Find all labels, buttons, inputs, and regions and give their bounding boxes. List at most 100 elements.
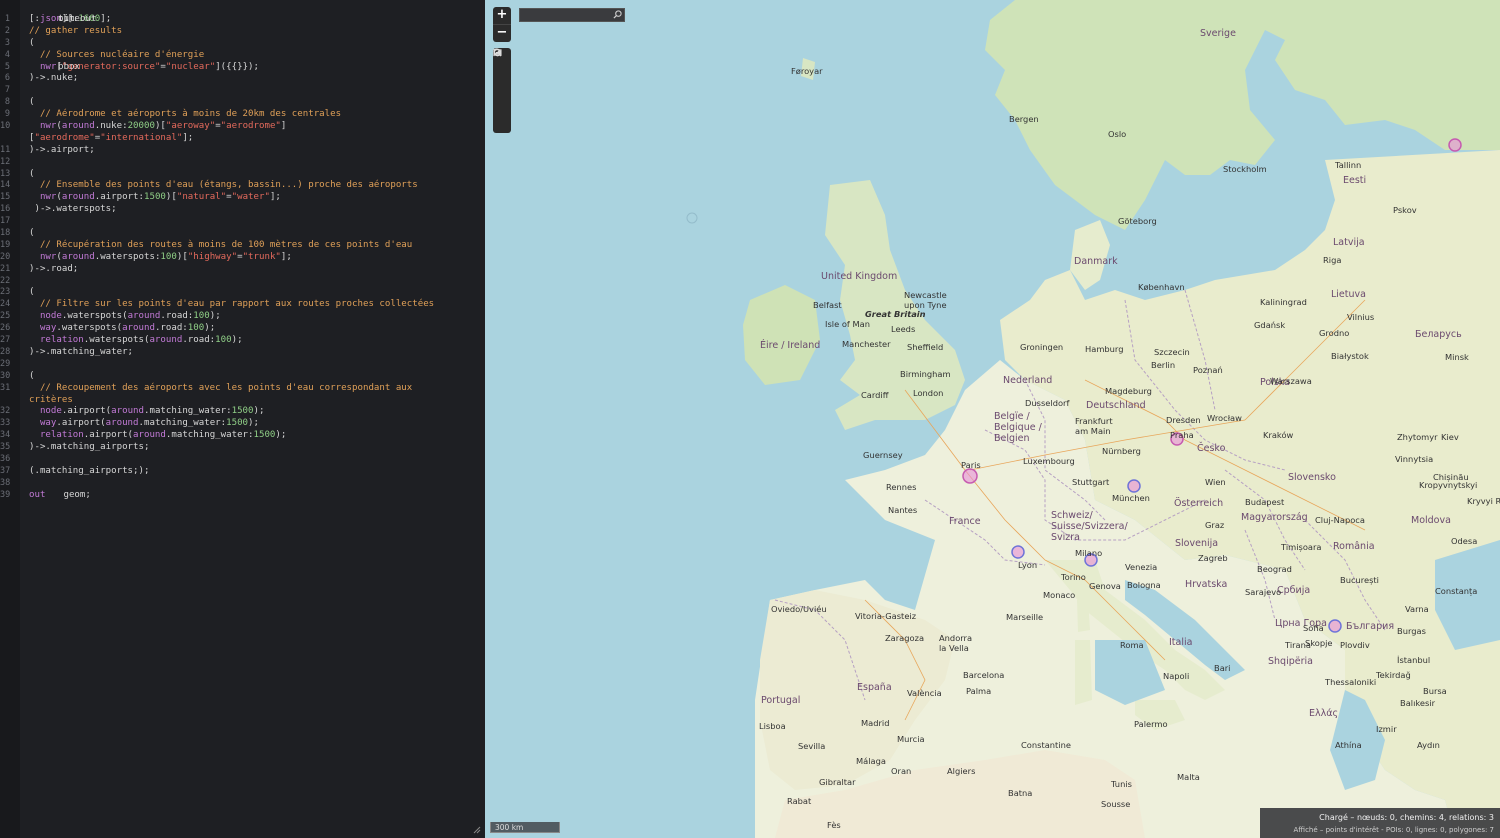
city-label: Stuttgart bbox=[1072, 477, 1110, 487]
map-search-input[interactable] bbox=[519, 8, 625, 22]
code-line[interactable]: 11)->.airport; bbox=[0, 145, 485, 157]
result-marker[interactable] bbox=[1012, 546, 1024, 558]
disable-icon[interactable] bbox=[493, 48, 511, 133]
code-token: ); bbox=[204, 323, 216, 334]
code-line[interactable]: 34 relation.airport(around.matching_wate… bbox=[0, 430, 485, 442]
city-label: Burgas bbox=[1397, 626, 1426, 636]
result-marker[interactable] bbox=[1128, 480, 1140, 492]
city-label: Zaragoza bbox=[885, 633, 925, 643]
code-line[interactable]: 3( bbox=[0, 38, 485, 50]
code-token: // Filtre sur les points d'eau par rappo… bbox=[29, 299, 435, 310]
code-token: nwr bbox=[29, 251, 57, 262]
code-line[interactable]: 26 way.waterspots(around.road:100); bbox=[0, 323, 485, 335]
result-marker[interactable] bbox=[1171, 433, 1183, 445]
city-label: Szczecin bbox=[1154, 347, 1190, 357]
search-icon[interactable] bbox=[613, 10, 623, 20]
resize-handle-icon[interactable] bbox=[473, 826, 481, 834]
code-line[interactable]: 23 ( bbox=[0, 287, 485, 299]
country-label: Česko bbox=[1197, 443, 1226, 454]
code-token: )->.waterspots; bbox=[29, 204, 117, 215]
city-label: Białystok bbox=[1331, 351, 1369, 361]
code-line[interactable]: 29 bbox=[0, 359, 485, 371]
code-line[interactable]: 20 nwr(around.waterspots:100)["highway"=… bbox=[0, 252, 485, 264]
code-line[interactable]: ["aerodrome"="international"]; bbox=[0, 133, 485, 145]
query-editor[interactable]: 1 [out:json][timeout:1600]; 2 // gather res… bbox=[0, 0, 485, 838]
code-token: )->.road; bbox=[29, 263, 79, 274]
code-token: // Sources nucléaire d'énergie bbox=[29, 49, 205, 60]
code-token: ]; bbox=[280, 251, 292, 262]
city-label: Napoli bbox=[1163, 671, 1190, 681]
code-line[interactable]: 5 nwr["generator:source"="nuclear"]({{bb… bbox=[0, 62, 485, 74]
city-label: Thessaloniki bbox=[1325, 677, 1377, 687]
code-line[interactable]: 21)->.road; bbox=[0, 264, 485, 276]
country-label: Lietuva bbox=[1331, 289, 1366, 300]
zoom-out-button[interactable]: − bbox=[493, 24, 511, 42]
line-number: 20 bbox=[0, 251, 11, 262]
code-line[interactable]: 2 // gather results bbox=[0, 26, 485, 38]
code-token: 100 bbox=[160, 251, 177, 262]
result-marker[interactable] bbox=[1329, 620, 1341, 632]
code-text: // gather results bbox=[29, 26, 122, 38]
code-line[interactable]: 10 nwr(around.nuke:20000)["aeroway"="aer… bbox=[0, 121, 485, 133]
fit-data-icon[interactable] bbox=[493, 48, 511, 116]
code-token: ]; bbox=[182, 132, 194, 143]
code-line[interactable]: 9 // Aérodrome et aéroports à moins de 2… bbox=[0, 109, 485, 121]
city-label: Murcia bbox=[897, 734, 925, 744]
city-label: Zagreb bbox=[1198, 553, 1228, 563]
code-line[interactable]: 12 bbox=[0, 157, 485, 169]
code-line[interactable]: 36 bbox=[0, 454, 485, 466]
code-token: )[ bbox=[154, 121, 166, 132]
line-number: 26 bbox=[0, 323, 11, 334]
export-image-icon[interactable] bbox=[493, 49, 511, 99]
code-line[interactable]: 39 out geom; bbox=[0, 490, 485, 502]
locate-icon[interactable] bbox=[493, 48, 511, 82]
code-line[interactable]: 15 nwr(around.airport:1500)["natural"="w… bbox=[0, 192, 485, 204]
code-token: ( bbox=[29, 228, 35, 239]
code-line[interactable]: 18 ( bbox=[0, 228, 485, 240]
code-line[interactable]: 28)->.matching_water; bbox=[0, 347, 485, 359]
code-area[interactable]: 1 [out:json][timeout:1600]; 2 // gather res… bbox=[0, 14, 485, 502]
map-view[interactable]: Sverige Eesti Latvija Lietuva Danmark Un… bbox=[485, 0, 1500, 838]
code-token: .road: bbox=[160, 311, 194, 322]
code-line[interactable]: 4 // Sources nucléaire d'énergie bbox=[0, 50, 485, 62]
code-line[interactable]: 19 // Récupération des routes à moins de… bbox=[0, 240, 485, 252]
code-text: )->.airport; bbox=[29, 145, 95, 157]
city-label: Bari bbox=[1214, 663, 1231, 673]
code-line[interactable]: 33 way.airport(around.matching_water:150… bbox=[0, 418, 485, 430]
code-line[interactable]: 25 node.waterspots(around.road:100); bbox=[0, 311, 485, 323]
line-number: 39 bbox=[0, 489, 11, 500]
code-line[interactable]: 35)->.matching_airports; bbox=[0, 442, 485, 454]
code-line[interactable]: 6)->.nuke; bbox=[0, 73, 485, 85]
city-label: Lyon bbox=[1018, 560, 1038, 570]
code-token: .airport( bbox=[61, 406, 112, 417]
code-line[interactable]: critères bbox=[0, 395, 485, 407]
loaded-stats: Chargé – nœuds: 0, chemins: 4, relations… bbox=[1319, 813, 1494, 822]
result-marker[interactable] bbox=[963, 469, 977, 483]
code-line[interactable]: 30 ( bbox=[0, 371, 485, 383]
code-token: nwr bbox=[29, 121, 57, 132]
code-line[interactable]: 14 // Ensemble des points d'eau (étangs,… bbox=[0, 180, 485, 192]
code-line[interactable]: 38 bbox=[0, 478, 485, 490]
code-token: ); bbox=[231, 335, 243, 346]
line-number: 28 bbox=[0, 346, 11, 357]
code-line[interactable]: 32 node.airport(around.matching_water:15… bbox=[0, 406, 485, 418]
result-marker[interactable] bbox=[1449, 139, 1461, 151]
code-line[interactable]: 7 bbox=[0, 85, 485, 97]
code-line[interactable]: 24 // Filtre sur les points d'eau par ra… bbox=[0, 299, 485, 311]
city-label: Kropyvnytskyi bbox=[1419, 480, 1478, 490]
code-line[interactable]: 16 )->.waterspots; bbox=[0, 204, 485, 216]
code-line[interactable]: 37 (.matching_airports;); bbox=[0, 466, 485, 478]
code-line[interactable]: 1 [out:json][timeout:1600]; bbox=[0, 14, 485, 26]
code-token: .airport( bbox=[56, 418, 106, 429]
code-line[interactable]: 27 relation.waterspots(around.road:100); bbox=[0, 335, 485, 347]
code-token: around bbox=[61, 251, 95, 262]
result-marker[interactable] bbox=[1085, 554, 1097, 566]
zoom-in-button[interactable]: + bbox=[493, 7, 511, 24]
code-line[interactable]: 8( bbox=[0, 97, 485, 109]
code-line[interactable]: 22 bbox=[0, 276, 485, 288]
code-line[interactable]: 13 ( bbox=[0, 169, 485, 181]
code-text: // Ensemble des points d'eau (étangs, ba… bbox=[29, 180, 418, 192]
code-line[interactable]: 31 // Recoupement des aéroports avec les… bbox=[0, 383, 485, 395]
code-line[interactable]: 17 bbox=[0, 216, 485, 228]
country-label: Slovenija bbox=[1175, 538, 1219, 549]
